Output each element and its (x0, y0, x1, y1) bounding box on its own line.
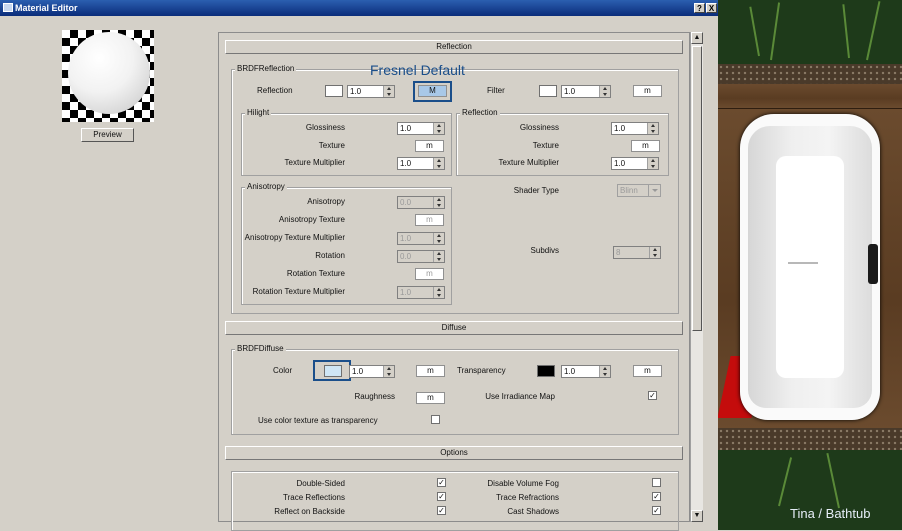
faucet-icon (868, 244, 878, 284)
disable-volume-fog-checkbox[interactable] (652, 478, 661, 487)
bathtub (740, 114, 880, 420)
filter-color-swatch[interactable] (539, 85, 557, 97)
anisotropy-group-label: Anisotropy (245, 182, 287, 191)
scroll-thumb[interactable] (692, 46, 702, 331)
fresnel-default-note: Fresnel Default (370, 62, 465, 78)
shader-type-dropdown[interactable]: Blinn (617, 184, 661, 197)
anisotropy-texture-multiplier-spinner[interactable]: 1.0 (397, 232, 445, 245)
trace-refractions-checkbox[interactable]: ✓ (652, 492, 661, 501)
floor-plank (718, 84, 902, 108)
close-button[interactable]: X (706, 3, 717, 13)
reflection-highlight-box (413, 81, 452, 102)
anisotropy-spinner[interactable]: 0.0 (397, 196, 445, 209)
reflection-color-swatch[interactable] (325, 85, 343, 97)
transparency-color-swatch[interactable] (537, 365, 555, 377)
reflection-texture-multiplier-label: Texture Multiplier (498, 158, 559, 167)
hilight-group-label: Hilight (245, 108, 272, 117)
color-as-transparency-label: Use color texture as transparency (258, 416, 378, 425)
help-button[interactable]: ? (694, 3, 705, 13)
filter-texture-button[interactable]: m (633, 85, 662, 97)
trace-reflections-checkbox[interactable]: ✓ (437, 492, 446, 501)
reflection-sub-group-label: Reflection (460, 108, 500, 117)
hilight-texture-button[interactable]: m (415, 140, 444, 152)
panel-scrollbar[interactable]: ▲ ▼ (690, 32, 703, 522)
reflection-texture-label: Texture (532, 141, 559, 150)
reflection-glossiness-spinner[interactable]: 1.0 (611, 122, 659, 135)
brdf-reflection-group-label: BRDFReflection (235, 64, 297, 73)
bathtub-floor (776, 156, 844, 378)
reflect-backside-checkbox[interactable]: ✓ (437, 506, 446, 515)
anisotropy-texture-multiplier-label: Anisotropy Texture Multiplier (244, 233, 345, 242)
scroll-up-arrow-icon[interactable]: ▲ (691, 32, 703, 44)
roughness-label: Raughness (354, 392, 395, 401)
disable-volume-fog-label: Disable Volume Fog (487, 479, 559, 488)
diffuse-color-spinner[interactable]: 1.0 (349, 365, 395, 378)
irradiance-map-label: Use Irradiance Map (485, 392, 555, 401)
anisotropy-texture-label: Anisotropy Texture (278, 215, 345, 224)
gravel-strip-bottom (718, 428, 902, 450)
reflect-backside-label: Reflect on Backside (274, 507, 345, 516)
trace-refractions-label: Trace Refractions (496, 493, 559, 502)
rotation-texture-button[interactable]: m (415, 268, 444, 280)
rotation-texture-label: Rotation Texture (286, 269, 345, 278)
title-bar: Material Editor ? X (0, 0, 720, 16)
rotation-texture-multiplier-spinner[interactable]: 1.0 (397, 286, 445, 299)
double-sided-label: Double-Sided (296, 479, 345, 488)
preview-button[interactable]: Preview (81, 128, 134, 142)
transparency-label: Transparency (457, 366, 506, 375)
reflection-label: Reflection (257, 86, 293, 95)
hilight-glossiness-label: Glossiness (305, 123, 345, 132)
transparency-texture-button[interactable]: m (633, 365, 662, 377)
filter-label: Filter (487, 86, 505, 95)
planter-top (718, 0, 902, 64)
reflection-sub-texture-button[interactable]: m (631, 140, 660, 152)
double-sided-checkbox[interactable]: ✓ (437, 478, 446, 487)
diffuse-section-header[interactable]: Diffuse (225, 321, 683, 335)
material-preview (62, 30, 154, 122)
hilight-texture-multiplier-spinner[interactable]: 1.0 (397, 157, 445, 170)
scroll-down-arrow-icon[interactable]: ▼ (691, 510, 703, 522)
subdivs-label: Subdivs (530, 246, 559, 255)
rotation-spinner[interactable]: 0.0 (397, 250, 445, 263)
scene-caption: Tina / Bathtub (790, 506, 871, 521)
color-label: Color (273, 366, 293, 375)
rotation-label: Rotation (315, 251, 345, 260)
hilight-glossiness-spinner[interactable]: 1.0 (397, 122, 445, 135)
reflection-section-header[interactable]: Reflection (225, 40, 683, 54)
preview-sphere (68, 32, 150, 114)
shader-type-label: Shader Type (513, 186, 559, 195)
cast-shadows-checkbox[interactable]: ✓ (652, 506, 661, 515)
irradiance-map-checkbox[interactable]: ✓ (648, 391, 657, 400)
roughness-texture-button[interactable]: m (416, 392, 445, 404)
reflection-amount-spinner[interactable]: 1.0 (347, 85, 395, 98)
subdivs-spinner[interactable]: 8 (613, 246, 661, 259)
cast-shadows-label: Cast Shadows (507, 507, 559, 516)
diffuse-color-texture-button[interactable]: m (416, 365, 445, 377)
filter-amount-spinner[interactable]: 1.0 (561, 85, 611, 98)
anisotropy-texture-button[interactable]: m (415, 214, 444, 226)
options-section-header[interactable]: Options (225, 446, 683, 460)
trace-reflections-label: Trace Reflections (283, 493, 345, 502)
color-highlight-box (313, 360, 351, 381)
reflection-texture-multiplier-spinner[interactable]: 1.0 (611, 157, 659, 170)
gravel-strip-top (718, 64, 902, 84)
bathtub-basin (748, 126, 872, 408)
window-title: Material Editor (15, 3, 78, 13)
hilight-texture-multiplier-label: Texture Multiplier (284, 158, 345, 167)
rotation-texture-multiplier-label: Rotation Texture Multiplier (252, 287, 345, 296)
drain-line (788, 262, 818, 264)
app-icon (3, 3, 13, 12)
color-as-transparency-checkbox[interactable] (431, 415, 440, 424)
hilight-texture-label: Texture (318, 141, 345, 150)
reflection-glossiness-label: Glossiness (519, 123, 559, 132)
render-viewport (718, 0, 902, 530)
brdf-diffuse-group-label: BRDFDiffuse (235, 344, 286, 353)
properties-panel: Reflection BRDFReflection Reflection 1.0… (218, 32, 690, 531)
anisotropy-label: Anisotropy (307, 197, 345, 206)
transparency-spinner[interactable]: 1.0 (561, 365, 611, 378)
